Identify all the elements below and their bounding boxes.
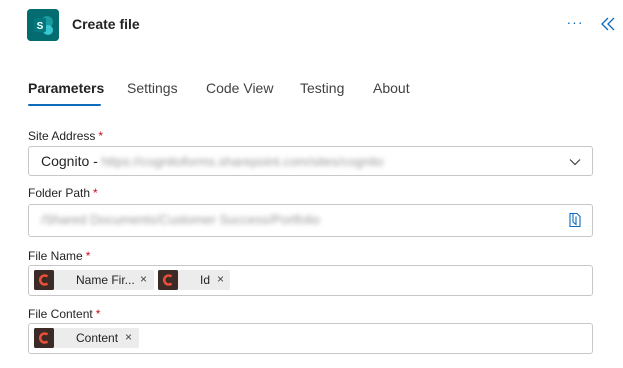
cognito-forms-icon: [34, 270, 54, 290]
tab-code-view[interactable]: Code View: [206, 78, 273, 98]
cognito-forms-icon: [34, 328, 54, 348]
id-token[interactable]: Id ×: [158, 270, 230, 290]
active-tab-indicator: [28, 104, 101, 106]
create-file-panel: S Create file ··· Parameters Settings Co…: [0, 0, 623, 368]
chevron-down-icon[interactable]: [568, 155, 582, 169]
tab-testing[interactable]: Testing: [300, 78, 344, 98]
token-label: Id: [200, 273, 211, 287]
file-content-label: File Content *: [28, 307, 101, 321]
folder-path-label: Folder Path *: [28, 186, 98, 200]
token-label: Name Fir...: [76, 273, 135, 287]
panel-header: S Create file ···: [0, 0, 623, 52]
sharepoint-icon: S: [27, 9, 59, 41]
page-title: Create file: [72, 16, 140, 32]
token-label: Content: [76, 331, 119, 345]
folder-path-input[interactable]: /Shared Documents/Customer Success/Portf…: [28, 204, 593, 237]
content-token[interactable]: Content ×: [34, 328, 139, 348]
site-address-dropdown[interactable]: Cognito - https://cognitoforms.sharepoin…: [28, 146, 593, 176]
site-address-value: Cognito - https://cognitoforms.sharepoin…: [41, 153, 384, 169]
token-remove-icon[interactable]: ×: [125, 330, 132, 344]
name-first-token[interactable]: Name Fir... ×: [34, 270, 154, 290]
tab-settings[interactable]: Settings: [127, 78, 178, 98]
double-chevron-left-icon[interactable]: [600, 16, 616, 32]
folder-path-value: /Shared Documents/Customer Success/Portf…: [41, 212, 320, 227]
tab-parameters[interactable]: Parameters: [28, 78, 104, 98]
file-content-input[interactable]: Content ×: [28, 323, 593, 354]
svg-text:S: S: [37, 21, 44, 32]
tab-about[interactable]: About: [373, 78, 410, 98]
file-name-input[interactable]: Name Fir... × Id ×: [28, 265, 593, 296]
site-address-url-blurred: https://cognitoforms.sharepoint.com/site…: [101, 154, 384, 169]
folder-picker-icon[interactable]: [568, 212, 582, 228]
site-address-label: Site Address *: [28, 129, 104, 143]
file-name-label: File Name *: [28, 249, 91, 263]
cognito-forms-icon: [158, 270, 178, 290]
token-remove-icon[interactable]: ×: [217, 272, 224, 286]
token-remove-icon[interactable]: ×: [140, 272, 147, 286]
more-options-icon[interactable]: ···: [566, 13, 584, 31]
